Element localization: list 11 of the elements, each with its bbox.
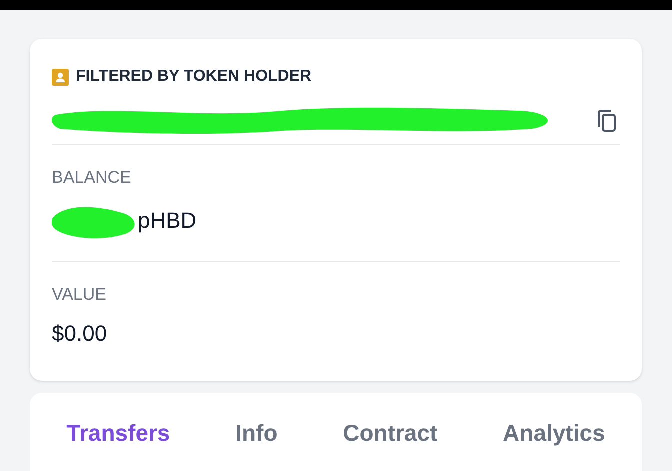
field-label: VALUE [52,284,108,306]
user-badge-icon [52,68,69,86]
field-label: BALANCE [52,167,132,189]
field-value: $0.00 [52,320,108,348]
tab[interactable]: Transfers [66,416,170,450]
tab[interactable]: Contract [343,416,438,450]
copy-icon[interactable] [596,109,618,133]
field-value: pHBD [138,207,197,235]
filter-label: FILTERED BY TOKEN HOLDER [76,67,312,87]
tab[interactable]: Analytics [503,416,606,450]
tab[interactable]: Info [236,416,278,450]
